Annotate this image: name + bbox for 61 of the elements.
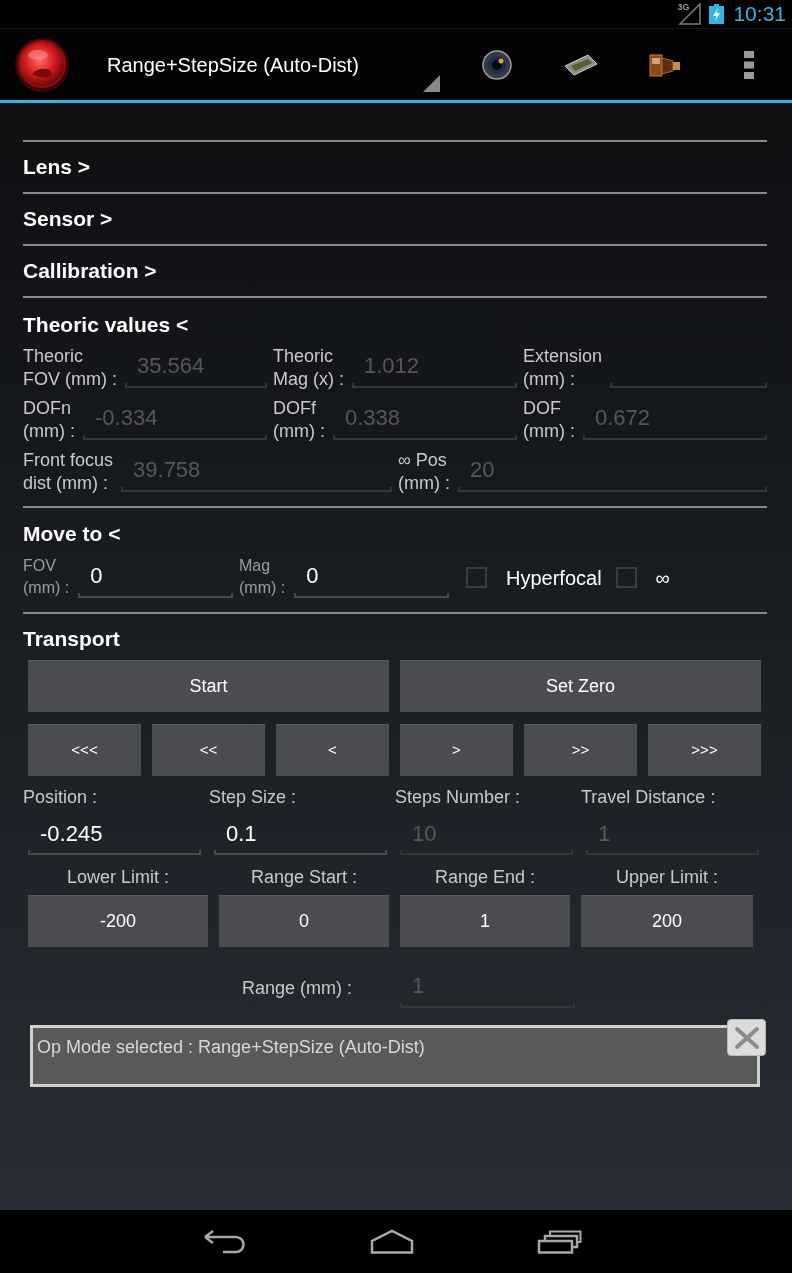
checkbox-label[interactable]: ∞ [655,565,670,590]
field-label: Travel Distance : [581,786,716,808]
app-logo-icon[interactable] [14,36,70,93]
section-header[interactable]: Sensor > [23,206,113,232]
field-label: Range End : [434,866,536,888]
input-field[interactable]: 0 [78,555,233,600]
checkbox-label[interactable]: Hyperfocal [506,565,602,590]
action-button[interactable]: Set Zero [400,660,761,712]
checkbox[interactable] [615,567,637,588]
field-label: Range (mm) : [242,976,354,999]
field-label: DOFf (mm) : [273,397,325,442]
close-icon [733,1025,760,1050]
value-button[interactable]: 0 [219,895,389,947]
field-label: Mag (mm) : [239,556,286,598]
recent-apps-icon[interactable] [536,1229,582,1254]
input-field[interactable]: 0 [294,555,449,600]
step-button[interactable]: <<< [28,724,141,776]
clock-time: 10:31 [733,2,786,26]
section-header[interactable]: Theoric values < [23,311,189,338]
field-label: Upper Limit : [615,866,718,888]
mode-spinner[interactable]: Range+StepSize (Auto-Dist) [100,34,445,95]
field-label: DOFn (mm) : [23,397,75,442]
step-button[interactable]: > [400,724,513,776]
signal-icon [677,3,702,25]
field-label: Front focus dist (mm) : [23,449,114,494]
section-header[interactable]: Move to < [23,520,121,547]
action-button[interactable]: Start [28,660,389,712]
step-button[interactable]: >> [524,724,637,776]
overflow-menu-icon[interactable] [744,50,754,79]
value-button[interactable]: 200 [581,895,753,947]
step-button[interactable]: < [276,724,389,776]
field-label: ∞ Pos (mm) : [398,449,450,494]
section-header[interactable]: Transport [23,626,120,652]
input-field[interactable]: 0.1 [214,815,387,857]
field-label: Theoric Mag (x) : [273,345,344,390]
network-type: 3G [677,2,690,12]
field-label: Theoric FOV (mm) : [23,345,117,390]
battery-icon [709,4,725,24]
message-text: Op Mode selected : Range+StepSize (Auto-Dist) [37,1037,425,1057]
field-label: Range Start : [250,866,358,888]
value-button[interactable]: -200 [28,895,208,947]
field-label: DOF (mm) : [523,397,575,442]
back-icon[interactable] [202,1229,247,1254]
field-label: Step Size : [209,786,297,808]
step-button[interactable]: << [152,724,265,776]
field-label: Steps Number : [395,786,521,808]
field-label: Extension (mm) : [523,345,603,390]
step-button[interactable]: >>> [648,724,761,776]
field-label: FOV (mm) : [23,556,70,598]
field-label: Position : [23,786,98,808]
sensor-chip-icon[interactable] [564,53,598,76]
lens-icon[interactable] [482,49,512,80]
section-header[interactable]: Lens > [23,154,91,180]
input-field[interactable]: -0.245 [28,815,201,857]
checkbox[interactable] [466,567,487,588]
home-icon[interactable] [369,1229,414,1254]
dropdown-triangle-icon [423,74,440,92]
section-header[interactable]: Callibration > [23,258,157,284]
camera-icon[interactable] [649,51,681,78]
value-button[interactable]: 1 [400,895,570,947]
field-label: Lower Limit : [66,866,169,888]
